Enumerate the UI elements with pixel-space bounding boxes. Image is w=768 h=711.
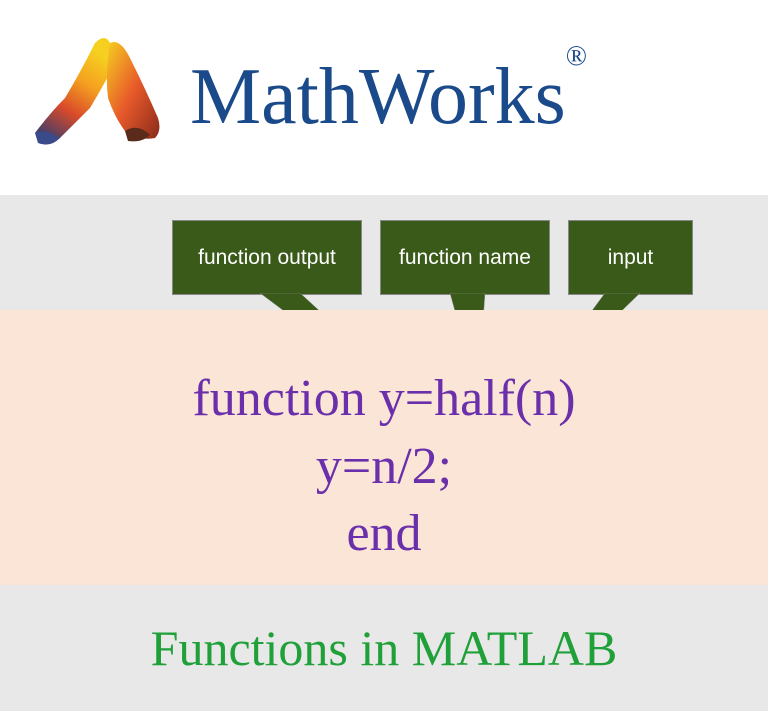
code-example: function y=half(n) y=n/2; end (0, 365, 768, 568)
mathworks-logo-icon (20, 23, 170, 173)
brand-name: MathWorks® (190, 52, 587, 143)
callout-function-output: function output (172, 220, 362, 295)
code-input-var: n (532, 370, 558, 427)
code-line-1: function y=half(n) (0, 365, 768, 433)
callout-name-label: function name (399, 246, 531, 270)
callout-band: function output function name input (0, 195, 768, 310)
code-line-3: end (0, 500, 768, 568)
code-output-var: y (379, 370, 405, 427)
keyword-function: function (192, 370, 378, 427)
callout-output-label: function output (198, 246, 336, 270)
registered-mark: ® (566, 41, 587, 72)
code-paren-close: ) (558, 370, 575, 427)
callout-input: input (568, 220, 693, 295)
brand-text: MathWorks (190, 53, 566, 141)
code-func-name: half (434, 370, 515, 427)
callout-input-label: input (608, 246, 654, 270)
code-equals: = (405, 370, 434, 427)
code-line-2: y=n/2; (0, 433, 768, 501)
header-region: MathWorks® (0, 0, 768, 195)
footer-band: Functions in MATLAB (0, 585, 768, 711)
callout-function-name: function name (380, 220, 550, 295)
code-band: function y=half(n) y=n/2; end (0, 310, 768, 585)
page-title: Functions in MATLAB (151, 619, 618, 677)
code-paren-open: ( (515, 370, 532, 427)
